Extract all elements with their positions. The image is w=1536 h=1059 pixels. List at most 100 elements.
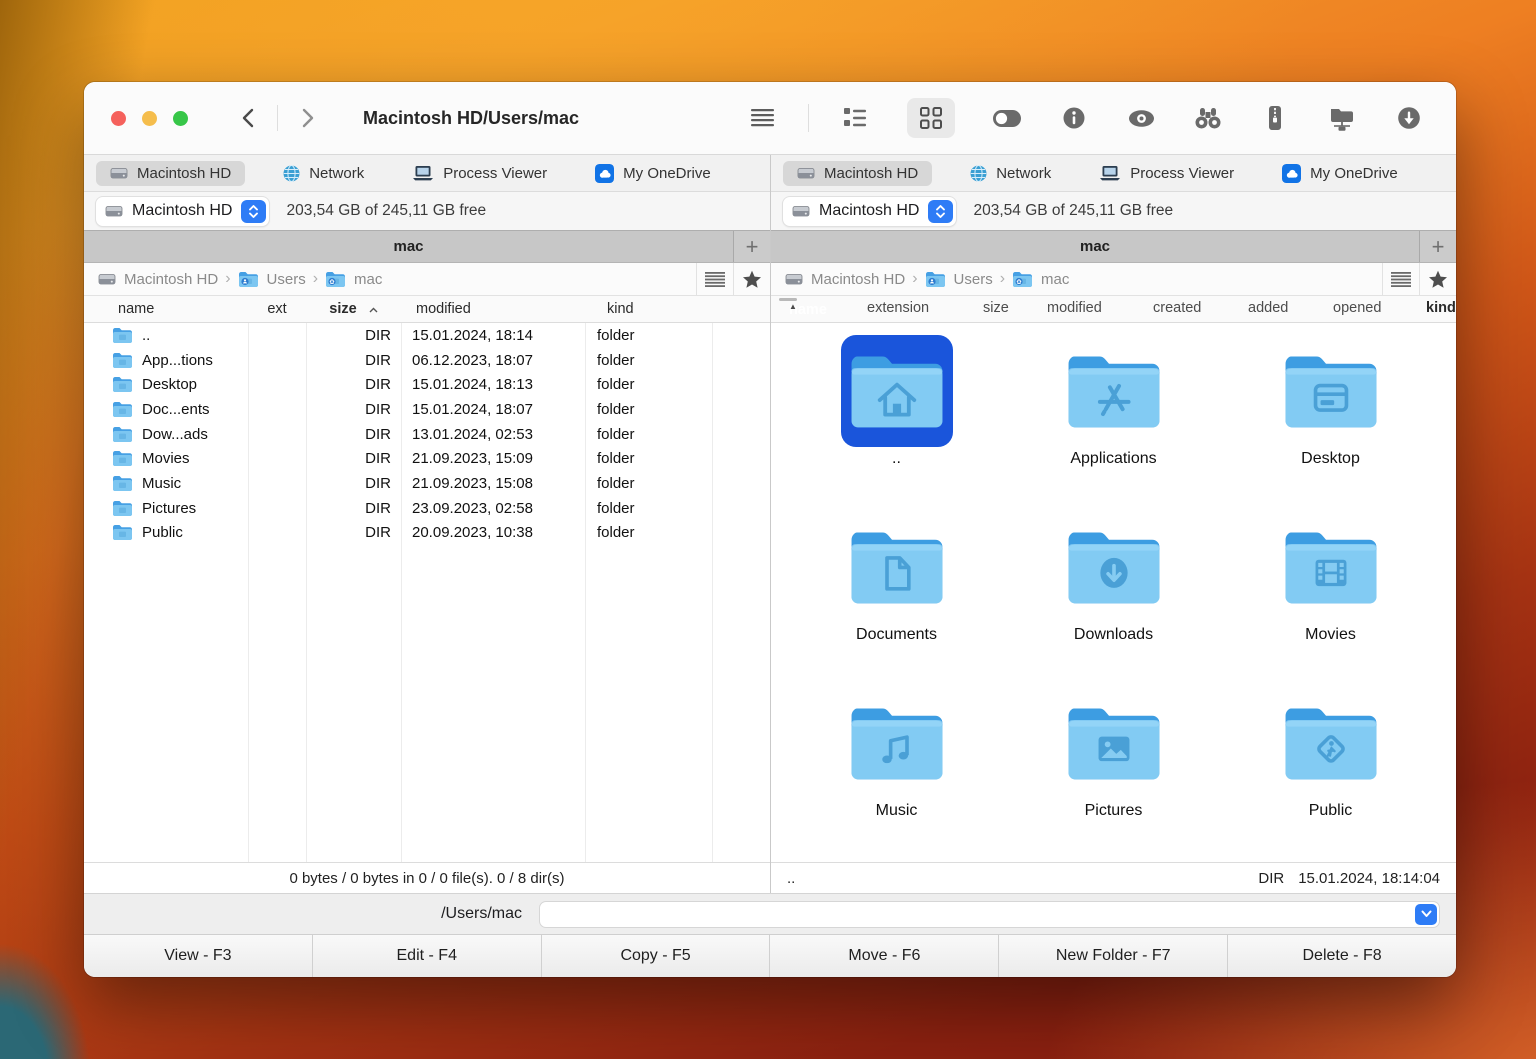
- zoom-button[interactable]: [173, 110, 188, 126]
- breadcrumb-drive[interactable]: Macintosh HD: [98, 271, 218, 288]
- tab-my-onedrive[interactable]: My OneDrive: [1272, 160, 1408, 187]
- toolbar-divider: [808, 104, 809, 132]
- download-icon[interactable]: [1394, 103, 1424, 133]
- right-icon-grid: .. Applications Desktop Documents Downlo…: [771, 323, 1456, 862]
- folder-icon: [113, 500, 132, 516]
- table-row[interactable]: .. DIR 15.01.2024, 18:14 folder: [84, 323, 770, 348]
- column-header-name[interactable]: name: [96, 301, 248, 317]
- copy-f5-button[interactable]: Copy - F5: [540, 935, 770, 977]
- folder-icon: [113, 327, 132, 343]
- folder-icon: [113, 426, 132, 442]
- grid-view-icon[interactable]: [907, 98, 955, 138]
- table-row[interactable]: Doc...ents DIR 15.01.2024, 18:07 folder: [84, 397, 770, 422]
- grid-item-parent-dir[interactable]: ..: [812, 335, 982, 511]
- nav-arrows: [232, 103, 323, 133]
- public-folder-icon: [1285, 708, 1376, 780]
- add-tab-button[interactable]: +: [1419, 231, 1456, 262]
- minimize-button[interactable]: [142, 110, 157, 126]
- delete-f8-button[interactable]: Delete - F8: [1227, 935, 1456, 977]
- toggle-panels-icon[interactable]: [992, 103, 1022, 133]
- function-key-bar: View - F3 Edit - F4 Copy - F5 Move - F6 …: [84, 934, 1456, 977]
- tab-macintosh-hd[interactable]: Macintosh HD: [783, 160, 933, 186]
- column-header-modified[interactable]: modified: [401, 301, 585, 317]
- grid-item-documents[interactable]: Documents: [812, 511, 982, 687]
- new-folder-f7-button[interactable]: New Folder - F7: [998, 935, 1227, 977]
- column-header-name[interactable]: name ▲: [779, 298, 827, 318]
- sort-asc-icon: ▲: [789, 302, 797, 311]
- breadcrumb-users[interactable]: Users: [925, 271, 993, 288]
- list-view-icon[interactable]: [840, 103, 870, 133]
- path-menu-icon[interactable]: [1382, 263, 1419, 295]
- drive-selector[interactable]: Macintosh HD: [96, 196, 270, 226]
- folder-tab[interactable]: mac: [771, 231, 1419, 262]
- edit-f4-button[interactable]: Edit - F4: [311, 935, 541, 977]
- grid-item-downloads[interactable]: Downloads: [1029, 511, 1199, 687]
- view-f3-button[interactable]: View - F3: [84, 935, 312, 977]
- table-row[interactable]: Music DIR 21.09.2023, 15:08 folder: [84, 471, 770, 496]
- favorites-star-icon[interactable]: [1419, 263, 1456, 295]
- globe-icon: [970, 164, 987, 182]
- hard-drive-icon: [792, 206, 810, 217]
- command-line-row: /Users/mac: [84, 893, 1456, 934]
- favorites-star-icon[interactable]: [733, 263, 770, 295]
- breadcrumb-drive[interactable]: Macintosh HD: [785, 271, 905, 288]
- tab-network[interactable]: Network: [273, 161, 374, 186]
- column-header-created[interactable]: created: [1153, 300, 1201, 316]
- traffic-lights: [111, 110, 188, 126]
- breadcrumb-mac[interactable]: mac: [1012, 271, 1069, 288]
- column-header-modified[interactable]: modified: [1047, 300, 1102, 316]
- table-row[interactable]: Movies DIR 21.09.2023, 15:09 folder: [84, 446, 770, 471]
- grid-item-pictures[interactable]: Pictures: [1029, 687, 1199, 862]
- menu-icon[interactable]: [747, 103, 777, 133]
- breadcrumb-mac[interactable]: mac: [325, 271, 382, 288]
- command-input[interactable]: [539, 900, 1440, 928]
- archive-zip-icon[interactable]: [1260, 103, 1290, 133]
- quick-look-eye-icon[interactable]: [1126, 103, 1156, 133]
- grid-item-public[interactable]: Public: [1246, 687, 1416, 862]
- path-menu-icon[interactable]: [696, 263, 733, 295]
- tab-process-viewer[interactable]: Process Viewer: [402, 161, 557, 186]
- grid-item-desktop[interactable]: Desktop: [1246, 335, 1416, 511]
- column-header-kind[interactable]: kind: [585, 301, 712, 317]
- forward-button[interactable]: [293, 103, 323, 133]
- column-header-size[interactable]: size: [983, 300, 1009, 316]
- search-binoculars-icon[interactable]: [1193, 103, 1223, 133]
- grid-item-applications[interactable]: Applications: [1029, 335, 1199, 511]
- drive-stepper[interactable]: [928, 199, 954, 223]
- folder-tab[interactable]: mac: [84, 231, 733, 262]
- column-header-ext[interactable]: ext: [248, 301, 306, 317]
- column-header-opened[interactable]: opened: [1333, 300, 1381, 316]
- table-row[interactable]: Public DIR 20.09.2023, 10:38 folder: [84, 521, 770, 546]
- column-header-size[interactable]: size: [306, 301, 401, 317]
- drive-selector[interactable]: Macintosh HD: [783, 196, 957, 226]
- column-header-added[interactable]: added: [1248, 300, 1288, 316]
- move-f6-button[interactable]: Move - F6: [769, 935, 998, 977]
- column-header-extension[interactable]: extension: [867, 300, 929, 316]
- close-button[interactable]: [111, 110, 126, 126]
- info-icon[interactable]: [1059, 103, 1089, 133]
- downloads-folder-icon: [1068, 532, 1159, 604]
- column-header-kind[interactable]: kind: [1426, 300, 1456, 316]
- left-file-list: .. DIR 15.01.2024, 18:14 folder App...ti…: [84, 323, 770, 862]
- drive-stepper[interactable]: [241, 199, 267, 223]
- back-button[interactable]: [232, 103, 262, 133]
- add-tab-button[interactable]: +: [733, 231, 770, 262]
- home-folder-icon: [851, 356, 942, 428]
- breadcrumb-users[interactable]: Users: [238, 271, 306, 288]
- hard-drive-icon: [105, 206, 123, 217]
- tab-network[interactable]: Network: [960, 161, 1061, 186]
- tab-macintosh-hd[interactable]: Macintosh HD: [96, 160, 246, 186]
- tab-process-viewer[interactable]: Process Viewer: [1089, 161, 1244, 186]
- tab-my-onedrive[interactable]: My OneDrive: [585, 160, 721, 187]
- grid-item-music[interactable]: Music: [812, 687, 982, 862]
- table-row[interactable]: Dow...ads DIR 13.01.2024, 02:53 folder: [84, 422, 770, 447]
- network-folder-icon[interactable]: [1327, 103, 1357, 133]
- onedrive-cloud-icon: [595, 163, 615, 183]
- hard-drive-icon: [797, 168, 815, 179]
- nav-divider: [277, 105, 278, 131]
- table-row[interactable]: App...tions DIR 06.12.2023, 18:07 folder: [84, 348, 770, 373]
- command-history-dropdown[interactable]: [1415, 903, 1437, 925]
- grid-item-movies[interactable]: Movies: [1246, 511, 1416, 687]
- table-row[interactable]: Pictures DIR 23.09.2023, 02:58 folder: [84, 496, 770, 521]
- table-row[interactable]: Desktop DIR 15.01.2024, 18:13 folder: [84, 372, 770, 397]
